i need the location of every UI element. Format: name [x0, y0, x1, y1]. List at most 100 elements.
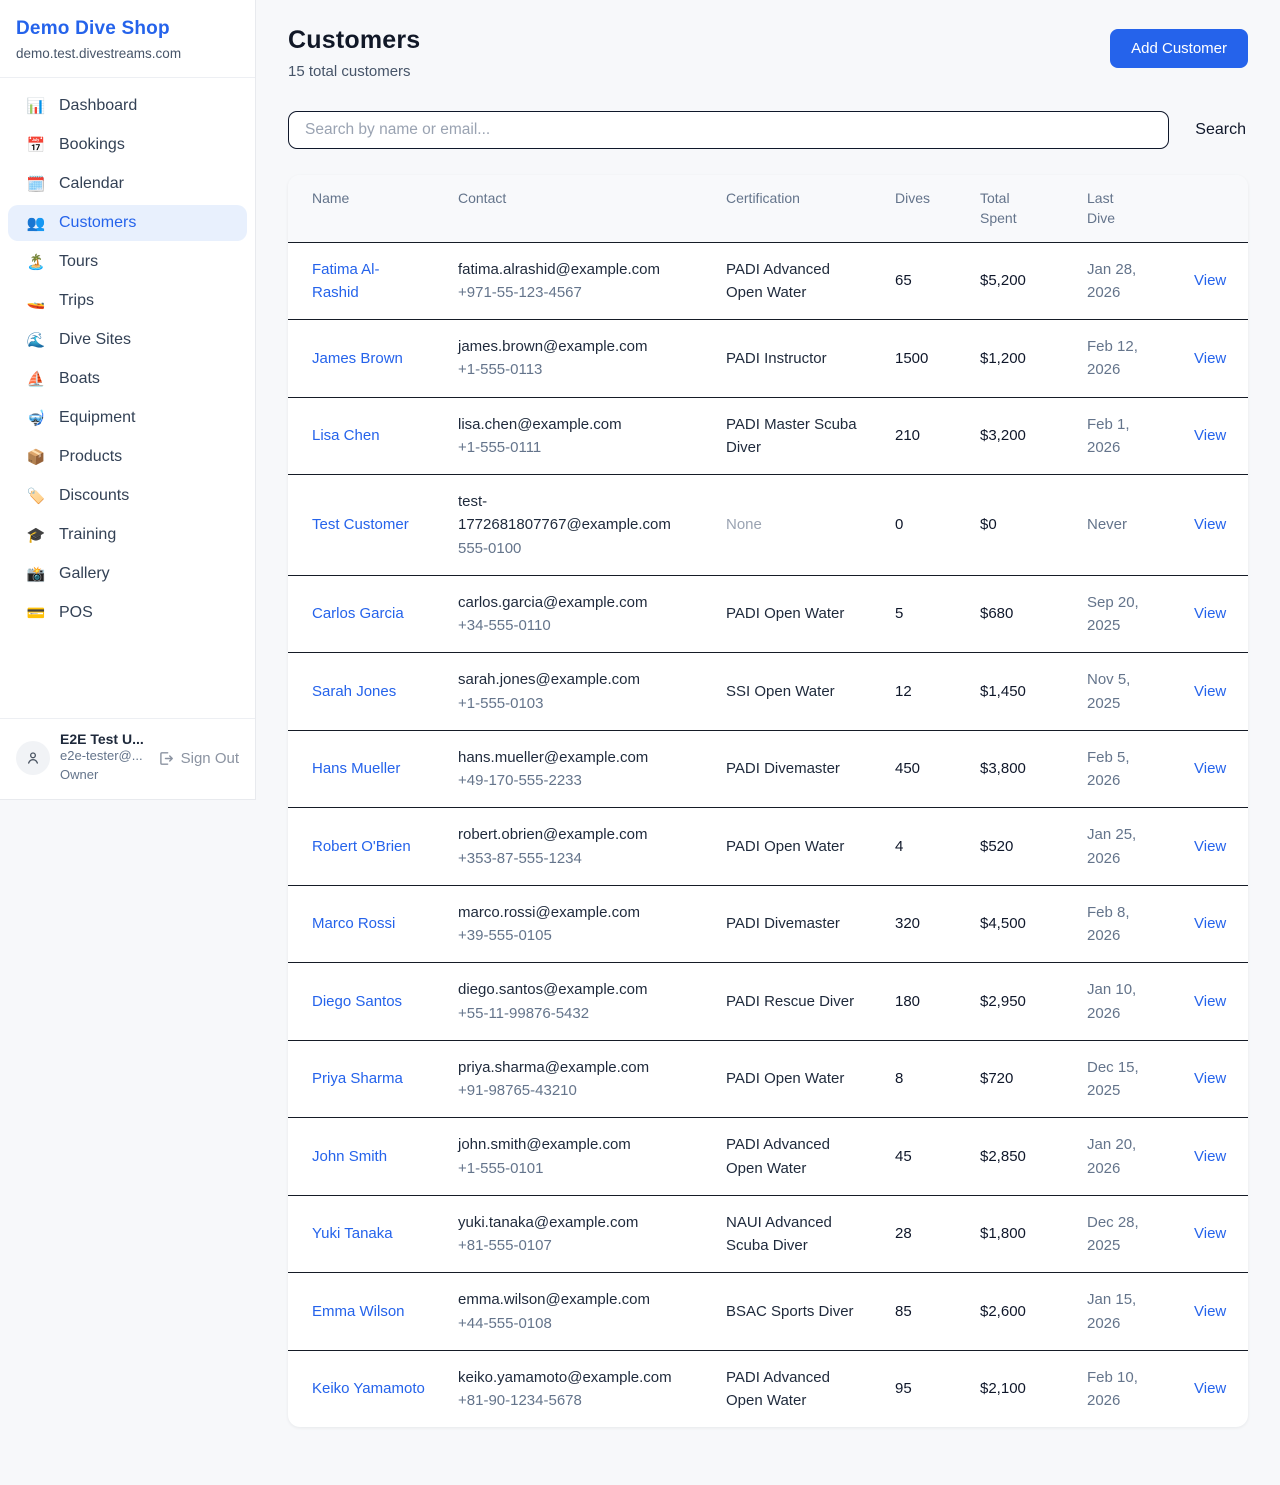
- customer-name-link[interactable]: John Smith: [312, 1148, 387, 1165]
- name-cell: Diego Santos: [288, 975, 434, 1028]
- view-link[interactable]: View: [1194, 1225, 1226, 1242]
- view-link[interactable]: View: [1194, 427, 1226, 444]
- customer-dives: 28: [871, 1207, 956, 1260]
- sidebar-item-trips[interactable]: 🚤 Trips: [8, 283, 247, 319]
- shop-name[interactable]: Demo Dive Shop: [16, 18, 239, 40]
- view-link[interactable]: View: [1194, 350, 1226, 367]
- view-link[interactable]: View: [1194, 1070, 1226, 1087]
- customer-name-link[interactable]: Carlos Garcia: [312, 605, 404, 622]
- view-link[interactable]: View: [1194, 993, 1226, 1010]
- table-row: Yuki Tanaka yuki.tanaka@example.com +81-…: [288, 1196, 1248, 1274]
- customer-last-dive: Dec 15, 2025: [1063, 1041, 1170, 1118]
- sidebar-item-gallery[interactable]: 📸 Gallery: [8, 556, 247, 592]
- customer-name-link[interactable]: Sarah Jones: [312, 683, 396, 700]
- customer-name-link[interactable]: Yuki Tanaka: [312, 1225, 393, 1242]
- customer-name-link[interactable]: James Brown: [312, 350, 403, 367]
- nav-icon: 🏝️: [26, 253, 46, 271]
- view-link[interactable]: View: [1194, 1303, 1226, 1320]
- sidebar-item-training[interactable]: 🎓 Training: [8, 517, 247, 553]
- customer-name-link[interactable]: Hans Mueller: [312, 760, 400, 777]
- sidebar-item-customers[interactable]: 👥 Customers: [8, 205, 247, 241]
- column-header-last-dive: Last Dive: [1063, 175, 1170, 242]
- table-row: Marco Rossi marco.rossi@example.com +39-…: [288, 886, 1248, 964]
- customer-phone: +1-555-0101: [458, 1157, 694, 1180]
- customer-email: emma.wilson@example.com: [458, 1288, 694, 1311]
- customer-name-link[interactable]: Test Customer: [312, 516, 409, 533]
- name-cell: Fatima Al-Rashid: [288, 243, 434, 320]
- action-cell: View: [1170, 1207, 1248, 1260]
- customer-dives: 65: [871, 254, 956, 307]
- view-link[interactable]: View: [1194, 838, 1226, 855]
- column-header-dives: Dives: [871, 175, 956, 242]
- sidebar-item-pos[interactable]: 💳 POS: [8, 595, 247, 631]
- view-link[interactable]: View: [1194, 272, 1226, 289]
- action-cell: View: [1170, 665, 1248, 718]
- view-link[interactable]: View: [1194, 1380, 1226, 1397]
- customer-name-link[interactable]: Robert O'Brien: [312, 838, 411, 855]
- customer-certification: PADI Instructor: [702, 332, 871, 385]
- sidebar-item-dashboard[interactable]: 📊 Dashboard: [8, 88, 247, 124]
- customer-last-dive: Feb 5, 2026: [1063, 731, 1170, 808]
- column-header-action: [1170, 175, 1248, 242]
- column-header-contact: Contact: [434, 175, 702, 242]
- view-link[interactable]: View: [1194, 760, 1226, 777]
- customer-dives: 180: [871, 975, 956, 1028]
- nav-icon: 🎓: [26, 526, 46, 544]
- customer-name-link[interactable]: Diego Santos: [312, 993, 402, 1010]
- customer-last-dive: Jan 28, 2026: [1063, 243, 1170, 320]
- contact-cell: carlos.garcia@example.com +34-555-0110: [434, 576, 702, 653]
- search-input[interactable]: [288, 111, 1169, 149]
- customer-name-link[interactable]: Keiko Yamamoto: [312, 1380, 425, 1397]
- shop-header[interactable]: Demo Dive Shop demo.test.divestreams.com: [0, 0, 255, 78]
- customer-name-link[interactable]: Priya Sharma: [312, 1070, 403, 1087]
- table-row: Sarah Jones sarah.jones@example.com +1-5…: [288, 653, 1248, 731]
- sidebar-item-bookings[interactable]: 📅 Bookings: [8, 127, 247, 163]
- sidebar-item-equipment[interactable]: 🤿 Equipment: [8, 400, 247, 436]
- sidebar-item-products[interactable]: 📦 Products: [8, 439, 247, 475]
- customer-email: diego.santos@example.com: [458, 978, 694, 1001]
- customer-email: robert.obrien@example.com: [458, 823, 694, 846]
- customer-email: lisa.chen@example.com: [458, 413, 694, 436]
- sidebar-item-discounts[interactable]: 🏷️ Discounts: [8, 478, 247, 514]
- customer-phone: +353-87-555-1234: [458, 847, 694, 870]
- customer-certification: PADI Divemaster: [702, 897, 871, 950]
- sidebar-item-dive-sites[interactable]: 🌊 Dive Sites: [8, 322, 247, 358]
- nav-icon: ⛵: [26, 370, 46, 388]
- customer-name-link[interactable]: Emma Wilson: [312, 1303, 405, 1320]
- customer-phone: +34-555-0110: [458, 614, 694, 637]
- search-button[interactable]: Search: [1193, 117, 1248, 143]
- sidebar-item-tours[interactable]: 🏝️ Tours: [8, 244, 247, 280]
- customer-name-link[interactable]: Lisa Chen: [312, 427, 380, 444]
- action-cell: View: [1170, 820, 1248, 873]
- view-link[interactable]: View: [1194, 683, 1226, 700]
- contact-cell: robert.obrien@example.com +353-87-555-12…: [434, 808, 702, 885]
- contact-cell: sarah.jones@example.com +1-555-0103: [434, 653, 702, 730]
- add-customer-button[interactable]: Add Customer: [1110, 29, 1248, 68]
- customer-certification: None: [702, 498, 871, 551]
- customer-phone: +1-555-0113: [458, 358, 694, 381]
- sidebar-item-calendar[interactable]: 🗓️ Calendar: [8, 166, 247, 202]
- customer-name-link[interactable]: Fatima Al-Rashid: [312, 261, 380, 301]
- contact-cell: priya.sharma@example.com +91-98765-43210: [434, 1041, 702, 1118]
- sidebar-item-boats[interactable]: ⛵ Boats: [8, 361, 247, 397]
- contact-cell: yuki.tanaka@example.com +81-555-0107: [434, 1196, 702, 1273]
- view-link[interactable]: View: [1194, 516, 1226, 533]
- view-link[interactable]: View: [1194, 605, 1226, 622]
- contact-cell: keiko.yamamoto@example.com +81-90-1234-5…: [434, 1351, 702, 1428]
- nav-label: Dashboard: [59, 97, 137, 115]
- table-row: Hans Mueller hans.mueller@example.com +4…: [288, 731, 1248, 809]
- nav-label: Discounts: [59, 487, 129, 505]
- page-header: Customers 15 total customers Add Custome…: [288, 26, 1248, 80]
- nav-label: Boats: [59, 370, 100, 388]
- view-link[interactable]: View: [1194, 915, 1226, 932]
- customer-phone: +91-98765-43210: [458, 1079, 694, 1102]
- customer-email: priya.sharma@example.com: [458, 1056, 694, 1079]
- column-header-name: Name: [288, 175, 434, 242]
- contact-cell: john.smith@example.com +1-555-0101: [434, 1118, 702, 1195]
- sidebar-nav: 📊 Dashboard 📅 Bookings 🗓️ Calendar 👥 Cus…: [0, 78, 255, 718]
- view-link[interactable]: View: [1194, 1148, 1226, 1165]
- customer-name-link[interactable]: Marco Rossi: [312, 915, 395, 932]
- customer-total-spent: $680: [956, 587, 1063, 640]
- sign-out-button[interactable]: Sign Out: [157, 750, 239, 767]
- customer-email: john.smith@example.com: [458, 1133, 694, 1156]
